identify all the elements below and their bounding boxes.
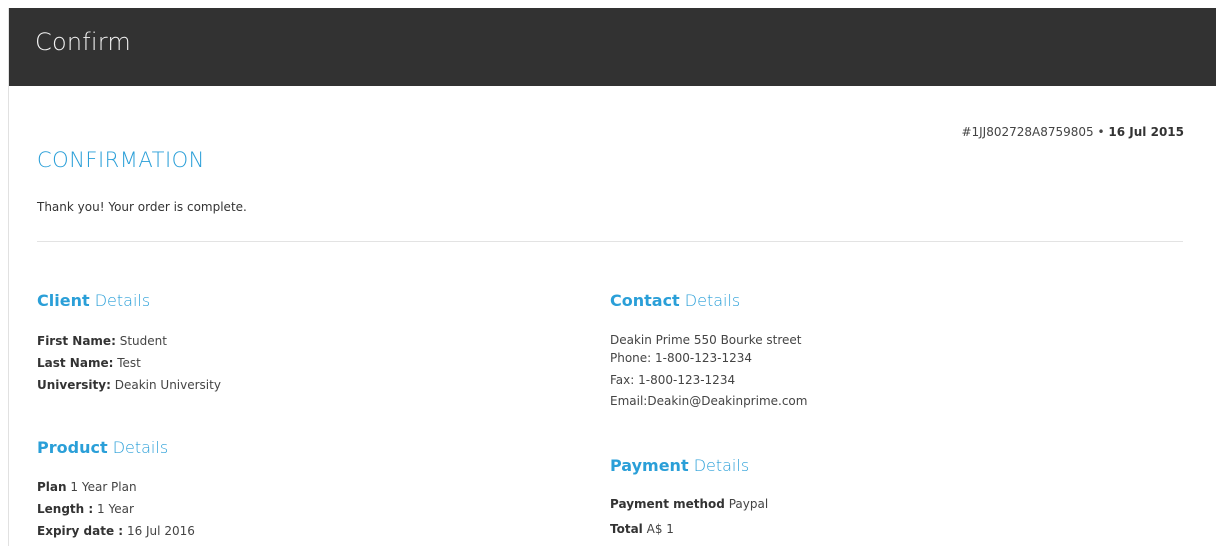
client-title-light: Details: [94, 291, 151, 310]
top-strip: [0, 0, 1216, 8]
payment-method: Payment method Paypal: [610, 496, 768, 512]
payment-total: Total A$ 1: [610, 521, 674, 537]
order-date: 16 Jul 2015: [1108, 125, 1184, 139]
client-university: University: Deakin University: [37, 377, 221, 393]
contact-details-title: Contact Details: [610, 291, 740, 310]
page: Confirm #1JJ802728A8759805 • 16 Jul 2015…: [0, 0, 1216, 546]
client-details-title: Client Details: [37, 291, 150, 310]
product-title-bold: Product: [37, 438, 108, 457]
field-value: Deakin University: [114, 378, 221, 392]
order-meta: #1JJ802728A8759805 • 16 Jul 2015: [961, 125, 1184, 139]
client-last-name: Last Name: Test: [37, 355, 141, 371]
header-bar: Confirm: [9, 8, 1216, 86]
field-value: Test: [117, 356, 141, 370]
product-title-light: Details: [112, 438, 169, 457]
contact-address: Deakin Prime 550 Bourke street: [610, 333, 802, 347]
confirm-panel: Confirm #1JJ802728A8759805 • 16 Jul 2015…: [8, 8, 1216, 546]
divider: [37, 241, 1183, 242]
field-value: A$ 1: [646, 522, 674, 536]
field-label: First Name:: [37, 334, 116, 348]
page-title: Confirm: [35, 28, 131, 56]
order-separator: •: [1097, 125, 1105, 139]
contact-phone: Phone: 1-800-123-1234: [610, 351, 753, 365]
product-length: Length : 1 Year: [37, 501, 134, 517]
field-label: University:: [37, 378, 111, 392]
payment-title-bold: Payment: [610, 456, 689, 475]
product-expiry: Expiry date : 16 Jul 2016: [37, 523, 195, 539]
payment-details-title: Payment Details: [610, 456, 749, 475]
field-value: Student: [119, 334, 167, 348]
order-id: #1JJ802728A8759805: [961, 125, 1094, 139]
confirmation-heading: CONFIRMATION: [37, 148, 205, 172]
product-details-title: Product Details: [37, 438, 168, 457]
field-label: Payment method: [610, 497, 725, 511]
field-value: 1 Year: [97, 502, 134, 516]
contact-fax: Fax: 1-800-123-1234: [610, 373, 736, 387]
field-value: Paypal: [728, 497, 769, 511]
field-label: Length :: [37, 502, 94, 516]
field-label: Last Name:: [37, 356, 114, 370]
payment-title-light: Details: [693, 456, 750, 475]
client-first-name: First Name: Student: [37, 333, 167, 349]
field-value: 16 Jul 2016: [126, 524, 195, 538]
field-label: Total: [610, 522, 643, 536]
contact-title-light: Details: [684, 291, 741, 310]
contact-title-bold: Contact: [610, 291, 680, 310]
product-plan: Plan 1 Year Plan: [37, 479, 137, 495]
field-label: Plan: [37, 480, 67, 494]
contact-email: Email:Deakin@Deakinprime.com: [610, 394, 808, 408]
client-title-bold: Client: [37, 291, 90, 310]
confirmation-message: Thank you! Your order is complete.: [37, 200, 247, 214]
field-label: Expiry date :: [37, 524, 124, 538]
field-value: 1 Year Plan: [70, 480, 137, 494]
